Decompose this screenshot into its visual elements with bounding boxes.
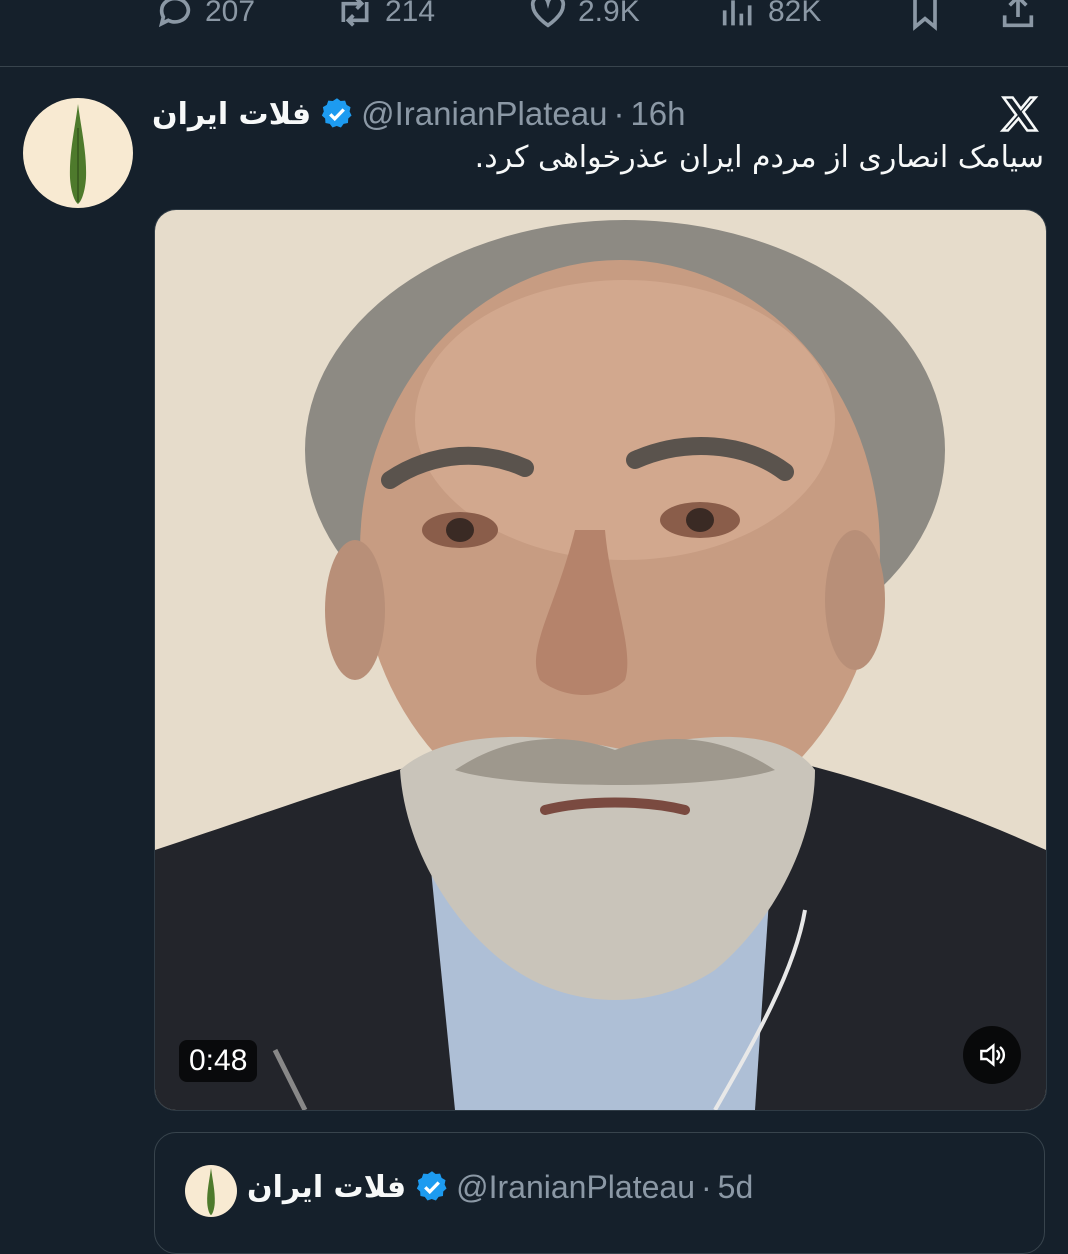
quoted-avatar: [185, 1165, 237, 1217]
x-logo-icon: [999, 96, 1039, 132]
tweet-header: فلات ایران @IranianPlateau · 16h: [152, 92, 686, 136]
display-name[interactable]: فلات ایران: [152, 97, 311, 132]
like-button[interactable]: 2.9K: [528, 0, 640, 42]
speaker-icon: [980, 1043, 1005, 1067]
avatar[interactable]: [23, 98, 133, 208]
like-icon: [530, 0, 566, 28]
reply-button[interactable]: 207: [155, 0, 255, 42]
share-icon: [1002, 0, 1034, 28]
retweet-button[interactable]: 214: [335, 0, 435, 42]
tweet-text: سیامک انصاری از مردم ایران عذرخواهی کرد.: [474, 140, 1044, 175]
views-button[interactable]: 82K: [718, 0, 821, 42]
video-player[interactable]: 0:48: [154, 209, 1047, 1111]
cypress-leaf-logo: [69, 104, 87, 204]
video-frame: [155, 210, 1046, 1110]
retweet-count: 214: [385, 0, 436, 28]
views-icon: [722, 0, 752, 26]
mute-button[interactable]: [963, 1026, 1021, 1084]
handle[interactable]: @IranianPlateau: [361, 95, 607, 133]
views-count: 82K: [768, 0, 822, 28]
retweet-icon: [341, 0, 369, 27]
reply-count: 207: [205, 0, 256, 28]
video-duration: 0:48: [179, 1040, 258, 1082]
like-count: 2.9K: [578, 0, 640, 28]
tweet-action-bar: 207 214 2.9K 82K: [0, 0, 1068, 42]
quoted-tweet-header: فلات ایران @IranianPlateau · 5d: [247, 1165, 753, 1209]
bookmark-icon: [913, 0, 937, 31]
verified-badge-icon: [321, 98, 352, 128]
bookmark-button[interactable]: [905, 0, 945, 42]
quoted-display-name: فلات ایران: [247, 1169, 407, 1205]
separator: ·: [613, 95, 625, 132]
quoted-tweet[interactable]: فلات ایران @IranianPlateau · 5d: [154, 1132, 1045, 1254]
divider: [0, 66, 1068, 67]
reply-icon: [158, 0, 191, 28]
share-button[interactable]: [998, 0, 1038, 42]
cypress-leaf-logo: [207, 1167, 215, 1216]
timestamp[interactable]: 16h: [630, 95, 685, 133]
